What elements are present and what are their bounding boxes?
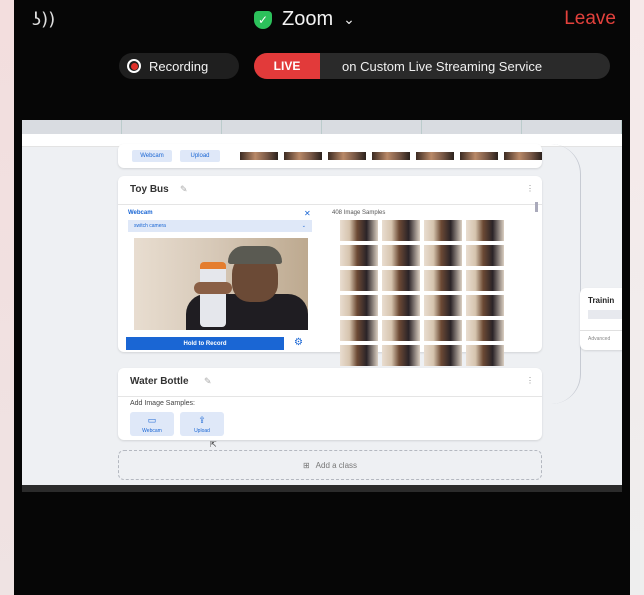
browser-tab[interactable] <box>222 120 322 134</box>
class-card-water-bottle: Water Bottle ✎ ⋮ Add Image Samples: ▭ We… <box>118 368 542 440</box>
flow-connector <box>542 144 581 404</box>
chevron-down-icon: ⌄ <box>301 223 306 229</box>
streaming-service-label: on Custom Live Streaming Service <box>342 58 543 74</box>
live-stream-indicator[interactable]: LIVE on Custom Live Streaming Service <box>254 53 610 79</box>
sample-thumbnail[interactable] <box>424 220 462 241</box>
sample-thumbnail[interactable] <box>466 245 504 266</box>
sample-thumbnail[interactable] <box>382 295 420 316</box>
record-icon <box>127 59 141 73</box>
sample-thumbnail <box>284 152 322 160</box>
advanced-toggle[interactable]: Advanced <box>588 336 610 342</box>
divider <box>580 330 622 331</box>
sample-thumbnail[interactable] <box>424 320 462 341</box>
webcam-label: Webcam <box>128 210 153 216</box>
upload-button[interactable]: ⇪ Upload <box>180 412 224 436</box>
zoom-title-button[interactable]: ✓ Zoom ⌄ <box>254 8 355 31</box>
sample-thumbnail[interactable] <box>382 320 420 341</box>
sample-thumbnail[interactable] <box>382 270 420 291</box>
browser-tab[interactable] <box>422 120 522 134</box>
sample-thumbnail[interactable] <box>340 245 378 266</box>
sample-thumbnail[interactable] <box>466 295 504 316</box>
sample-thumbnail[interactable] <box>424 245 462 266</box>
taskbar <box>22 485 622 492</box>
recording-label: Recording <box>149 58 209 74</box>
background-left <box>0 0 14 595</box>
camera-select[interactable]: switch camera ⌄ <box>128 220 312 232</box>
shield-icon: ✓ <box>254 10 272 29</box>
sample-thumbnail[interactable] <box>340 320 378 341</box>
pencil-icon[interactable]: ✎ <box>204 376 212 387</box>
sample-thumbnail[interactable] <box>340 345 378 366</box>
class-card-toy-bus: Toy Bus ✎ ⋮ Webcam ✕ switch camera ⌄ Hol… <box>118 176 542 366</box>
zoom-window: ʖ)) ✓ Zoom ⌄ Leave Recording LIVE on Cus… <box>14 0 630 595</box>
sample-thumbnail[interactable] <box>466 320 504 341</box>
add-icon: ⊞ <box>302 460 310 470</box>
chevron-down-icon: ⌄ <box>343 11 355 27</box>
add-class-button[interactable]: ⊞ Add a class <box>118 450 542 480</box>
sample-thumbnail[interactable] <box>466 270 504 291</box>
camera-select-value: switch camera <box>134 223 166 229</box>
upload-button[interactable]: Upload <box>180 150 220 162</box>
upload-icon: ⇪ <box>198 414 206 425</box>
hold-to-record-button[interactable]: Hold to Record <box>126 337 284 350</box>
close-icon[interactable]: ✕ <box>304 209 311 218</box>
scrollbar[interactable] <box>535 202 538 212</box>
sample-thumbnail[interactable] <box>340 270 378 291</box>
sample-thumbnail[interactable] <box>340 220 378 241</box>
browser-tab-bar <box>22 120 622 134</box>
zoom-top-bar: ʖ)) ✓ Zoom ⌄ Leave <box>14 0 630 40</box>
divider <box>118 204 542 205</box>
divider <box>118 396 542 397</box>
training-panel: Trainin Advanced <box>580 288 622 350</box>
sample-thumbnail[interactable] <box>424 270 462 291</box>
leave-button[interactable]: Leave <box>564 8 616 30</box>
browser-tab[interactable] <box>322 120 422 134</box>
video-camera-icon: ▭ <box>147 414 157 425</box>
speaker-icon[interactable]: ʖ)) <box>32 9 55 30</box>
webcam-button[interactable]: Webcam <box>132 150 172 162</box>
sample-thumbnail <box>416 152 454 160</box>
training-title: Trainin <box>588 296 615 305</box>
background-right <box>630 0 644 595</box>
sample-thumbnail <box>328 152 366 160</box>
add-samples-label: Add Image Samples: <box>130 400 195 407</box>
sample-thumbnail[interactable] <box>424 295 462 316</box>
pencil-icon[interactable]: ✎ <box>180 184 188 195</box>
sample-thumbnail[interactable] <box>382 245 420 266</box>
class-card-previous: Webcam Upload <box>118 144 542 168</box>
sample-thumbnail <box>504 152 542 160</box>
more-options-icon[interactable]: ⋮ <box>526 184 534 193</box>
live-badge: LIVE <box>254 53 320 79</box>
webcam-button-label: Webcam <box>142 427 162 434</box>
browser-tab[interactable] <box>522 120 622 134</box>
sample-thumbnail[interactable] <box>382 345 420 366</box>
class-title[interactable]: Toy Bus <box>130 184 169 195</box>
sample-thumbnail[interactable] <box>382 220 420 241</box>
sample-thumbnail[interactable] <box>466 220 504 241</box>
browser-tab[interactable] <box>122 120 222 134</box>
sample-thumbnail <box>372 152 410 160</box>
train-model-button[interactable] <box>588 310 622 319</box>
webcam-button[interactable]: ▭ Webcam <box>130 412 174 436</box>
sample-count-label: 408 Image Samples <box>332 210 386 216</box>
webcam-preview <box>134 238 308 330</box>
sample-thumbnail[interactable] <box>340 295 378 316</box>
mouse-cursor-icon: ⇱ <box>210 440 217 449</box>
sample-thumbnail[interactable] <box>424 345 462 366</box>
shared-screen: Webcam Upload Toy Bus ✎ ⋮ Webcam ✕ switc… <box>22 120 622 492</box>
browser-tab[interactable] <box>22 120 122 134</box>
zoom-title: Zoom <box>282 8 334 30</box>
recording-indicator[interactable]: Recording <box>119 53 239 79</box>
upload-button-label: Upload <box>194 427 210 434</box>
sample-thumbnail <box>460 152 498 160</box>
sample-grid <box>340 220 504 366</box>
sample-thumbnail[interactable] <box>466 345 504 366</box>
more-options-icon[interactable]: ⋮ <box>526 376 534 385</box>
sample-thumbnail-row <box>240 152 542 160</box>
add-class-label: Add a class <box>315 460 358 470</box>
class-title[interactable]: Water Bottle <box>130 376 189 387</box>
sample-thumbnail <box>240 152 278 160</box>
gear-icon[interactable]: ⚙ <box>294 337 303 348</box>
